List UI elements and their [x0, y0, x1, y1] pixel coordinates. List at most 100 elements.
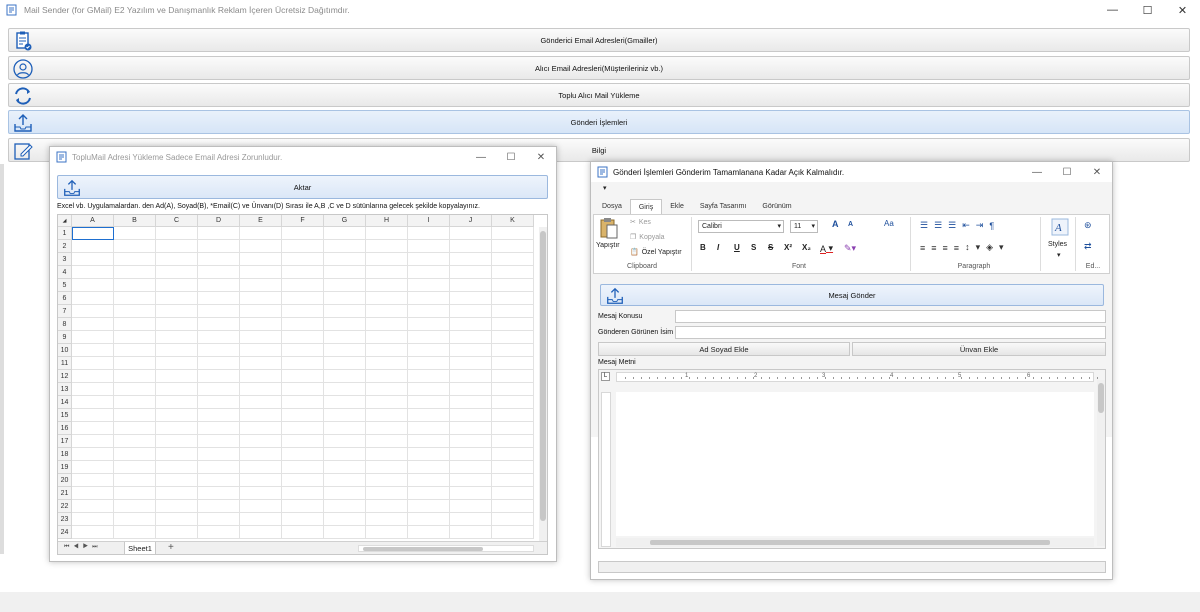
message-editor[interactable]: L 123456	[598, 369, 1106, 549]
column-header[interactable]: K	[492, 215, 534, 227]
horizontal-scrollbar[interactable]	[358, 545, 534, 552]
row-header[interactable]: 6	[58, 292, 72, 305]
row-header[interactable]: 8	[58, 318, 72, 331]
subscript-button[interactable]: X₂	[802, 243, 811, 252]
tab-giris[interactable]: Giriş	[629, 199, 663, 214]
minimize-button[interactable]: —	[1022, 162, 1052, 182]
row-header[interactable]: 18	[58, 448, 72, 461]
row-header[interactable]: 17	[58, 435, 72, 448]
tab-dosya[interactable]: Dosya	[594, 199, 630, 214]
row-header[interactable]: 14	[58, 396, 72, 409]
font-size-select[interactable]: 11 ▾	[790, 220, 818, 233]
find-icon[interactable]: ⊛	[1084, 220, 1092, 231]
row-header[interactable]: 20	[58, 474, 72, 487]
paste-button[interactable]: Yapıştır	[596, 242, 620, 249]
shading-icon[interactable]: ◈▾	[986, 242, 1009, 253]
ruler-tab-selector[interactable]: L	[601, 372, 610, 381]
column-header[interactable]: D	[198, 215, 240, 227]
grid-corner[interactable]: ◢	[58, 215, 72, 227]
superscript-button[interactable]: X²	[784, 243, 792, 252]
add-sheet-button[interactable]: +	[168, 542, 174, 553]
import-button[interactable]: Aktar	[57, 175, 548, 199]
underline-button[interactable]: U	[734, 243, 740, 252]
replace-icon[interactable]: ⇄	[1084, 241, 1092, 252]
font-color-button[interactable]: A ▾	[820, 243, 833, 254]
scroll-thumb[interactable]	[363, 547, 483, 551]
grow-font-button[interactable]: A	[832, 219, 839, 229]
row-header[interactable]: 21	[58, 487, 72, 500]
row-header[interactable]: 23	[58, 513, 72, 526]
row-header[interactable]: 5	[58, 279, 72, 292]
message-body-input[interactable]	[616, 392, 1094, 536]
vertical-scrollbar[interactable]	[539, 227, 547, 541]
row-header[interactable]: 22	[58, 500, 72, 513]
column-header[interactable]: B	[114, 215, 156, 227]
align-center-icon[interactable]: ≡	[931, 243, 942, 253]
align-right-icon[interactable]: ≡	[943, 243, 954, 253]
line-spacing-icon[interactable]: ↕▾	[965, 242, 986, 253]
close-button[interactable]: ✕	[526, 147, 556, 167]
row-header[interactable]: 1	[58, 227, 72, 240]
row-header[interactable]: 7	[58, 305, 72, 318]
column-header[interactable]: E	[240, 215, 282, 227]
strikethrough-button[interactable]: S	[768, 243, 773, 252]
highlight-color-icon[interactable]: ✎▾	[844, 243, 856, 254]
sheet-tab[interactable]: Sheet1	[124, 542, 156, 554]
list-buttons[interactable]: ☰ ☰ ☰ ⇤ ⇥ ¶	[920, 220, 1000, 231]
scroll-thumb[interactable]	[1098, 383, 1104, 413]
row-header[interactable]: 15	[58, 409, 72, 422]
sender-name-input[interactable]	[675, 326, 1106, 339]
sheet-nav-arrows[interactable]: ⏮◀▶⏭	[64, 544, 102, 551]
font-family-select[interactable]: Calibri ▾	[698, 220, 784, 233]
bold-button[interactable]: B	[700, 243, 706, 252]
align-left-icon[interactable]: ≡	[920, 243, 931, 253]
align-buttons[interactable]: ≡ ≡ ≡ ≡ ↕▾ ◈▾	[920, 242, 1010, 253]
scroll-thumb[interactable]	[540, 231, 546, 521]
row-header[interactable]: 24	[58, 526, 72, 539]
nav-sender-addresses-button[interactable]: Gönderici Email Adresleri(Gmailler)	[8, 28, 1190, 52]
column-header[interactable]: F	[282, 215, 324, 227]
row-header[interactable]: 3	[58, 253, 72, 266]
row-header[interactable]: 10	[58, 344, 72, 357]
row-header[interactable]: 13	[58, 383, 72, 396]
nav-bulk-upload-button[interactable]: Toplu Alıcı Mail Yükleme	[8, 83, 1190, 107]
add-title-button[interactable]: Ünvan Ekle	[852, 342, 1106, 356]
column-header[interactable]: C	[156, 215, 198, 227]
minimize-button[interactable]: —	[1095, 0, 1130, 20]
styles-button[interactable]: Styles	[1048, 241, 1067, 248]
nav-recipient-addresses-button[interactable]: Alıcı Email Adresleri(Müşterileriniz vb.…	[8, 56, 1190, 80]
numbered-list-icon[interactable]: ☰	[934, 220, 948, 231]
maximize-button[interactable]: ☐	[496, 147, 526, 167]
copy-button[interactable]: ❐ Kopyala	[630, 233, 665, 242]
close-button[interactable]: ✕	[1165, 0, 1200, 20]
paste-icon[interactable]	[600, 217, 618, 239]
add-name-button[interactable]: Ad Soyad Ekle	[598, 342, 850, 356]
quick-access-dropdown[interactable]: ▾	[603, 184, 607, 192]
chevron-down-icon[interactable]: ▾	[1057, 251, 1061, 259]
decrease-indent-icon[interactable]: ⇤	[962, 220, 976, 231]
editor-horizontal-scrollbar[interactable]	[616, 538, 1094, 547]
multilevel-list-icon[interactable]: ☰	[948, 220, 962, 231]
row-header[interactable]: 2	[58, 240, 72, 253]
increase-indent-icon[interactable]: ⇥	[976, 220, 990, 231]
change-case-button[interactable]: Aa	[884, 219, 894, 228]
pilcrow-icon[interactable]: ¶	[989, 221, 1000, 231]
spreadsheet[interactable]: ◢ A B C D E F G H I J K 1 2 3 4 5 6 7 8 9 10 11 12 13 14 15 16 17 18 1…	[57, 214, 548, 555]
prev-sheet-arrow[interactable]: ◀	[73, 544, 82, 550]
selected-cell[interactable]	[72, 227, 114, 240]
first-sheet-arrow[interactable]: ⏮	[64, 544, 73, 550]
next-sheet-arrow[interactable]: ▶	[83, 544, 92, 550]
tab-sayfa-tasarimi[interactable]: Sayfa Tasarımı	[692, 199, 755, 214]
last-sheet-arrow[interactable]: ⏭	[92, 544, 101, 550]
maximize-button[interactable]: ☐	[1052, 162, 1082, 182]
column-header[interactable]: A	[72, 215, 114, 227]
editor-vertical-scrollbar[interactable]	[1097, 380, 1105, 546]
close-button[interactable]: ✕	[1082, 162, 1112, 182]
cut-button[interactable]: ✂ Kes	[630, 218, 651, 227]
row-header[interactable]: 9	[58, 331, 72, 344]
italic-button[interactable]: I	[717, 243, 719, 252]
shrink-font-button[interactable]: A	[848, 221, 853, 228]
row-header[interactable]: 19	[58, 461, 72, 474]
styles-icon[interactable]: A	[1051, 218, 1069, 236]
row-header[interactable]: 16	[58, 422, 72, 435]
